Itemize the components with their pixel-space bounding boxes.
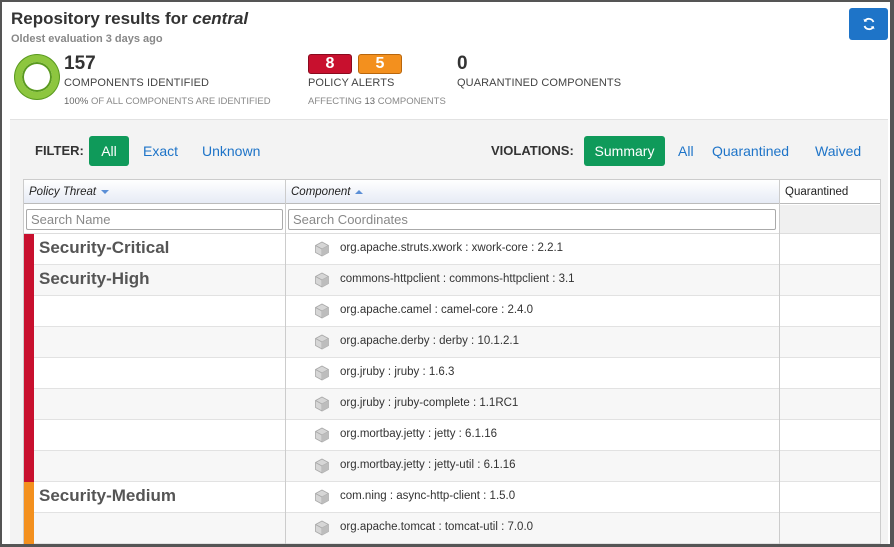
package-cube-icon: [315, 272, 329, 288]
component-coordinates: org.apache.derby : derby : 10.1.2.1: [340, 335, 520, 347]
refresh-icon: [863, 17, 874, 31]
quarantined-cell: [780, 451, 880, 481]
quarantined-cell: [780, 327, 880, 357]
threat-label: Security-Medium: [39, 486, 176, 505]
policy-alerts-sub-prefix: AFFECTING: [308, 96, 362, 107]
component-coordinates: org.mortbay.jetty : jetty-util : 6.1.16: [340, 459, 516, 471]
package-cube-icon: [315, 303, 329, 319]
package-cube-icon: [315, 241, 329, 257]
policy-alerts-sub: AFFECTING 13 COMPONENTS: [308, 96, 446, 107]
search-coordinates-input[interactable]: [288, 209, 776, 230]
threat-label: Security-High: [39, 269, 150, 288]
threat-color-bar: [24, 327, 34, 358]
violations-quarantined-link[interactable]: Quarantined: [712, 143, 789, 159]
policy-alerts-sub-count: 13: [364, 96, 376, 107]
table-row[interactable]: org.apache.tomcat : tomcat-util : 7.0.0: [24, 513, 880, 544]
components-count: 157: [64, 53, 96, 74]
table-row[interactable]: org.mortbay.jetty : jetty-util : 6.1.16: [24, 451, 880, 482]
threat-color-bar: [24, 265, 34, 296]
page-title-repo: central: [192, 9, 249, 28]
components-sub-pct: 100%: [64, 96, 89, 107]
package-cube-icon: [315, 489, 329, 505]
components-sub-text: OF ALL COMPONENTS ARE IDENTIFIED: [90, 96, 271, 107]
component-coordinates: org.apache.camel : camel-core : 2.4.0: [340, 304, 534, 316]
column-header-quarantined[interactable]: Quarantined: [780, 180, 880, 204]
quarantined-cell: [780, 389, 880, 419]
component-coordinates: org.mortbay.jetty : jetty : 6.1.16: [340, 428, 498, 440]
quarantined-count: 0: [457, 53, 468, 74]
threat-color-bar: [24, 420, 34, 451]
filter-exact-link[interactable]: Exact: [143, 143, 178, 159]
table-row[interactable]: Security-Medium com.ning : async-http-cli…: [24, 482, 880, 513]
identified-donut-chart: [15, 55, 59, 99]
evaluation-subtitle: Oldest evaluation 3 days ago: [11, 33, 163, 45]
violations-all-link[interactable]: All: [678, 143, 694, 159]
filter-all-button[interactable]: All: [89, 136, 129, 166]
package-cube-icon: [315, 334, 329, 350]
policy-alerts-label: POLICY ALERTS: [308, 77, 395, 89]
violations-summary-button[interactable]: Summary: [584, 136, 665, 166]
threat-color-bar: [24, 296, 34, 327]
component-coordinates: org.apache.struts.xwork : xwork-core : 2…: [340, 242, 564, 254]
components-grid: Policy Threat Component Quarantined Secu…: [23, 179, 881, 544]
component-coordinates: commons-httpclient : commons-httpclient …: [340, 273, 575, 285]
component-coordinates: org.jruby : jruby : 1.6.3: [340, 366, 455, 378]
package-cube-icon: [315, 396, 329, 412]
package-cube-icon: [315, 427, 329, 443]
components-label: COMPONENTS IDENTIFIED: [64, 77, 210, 89]
quarantined-cell: [780, 482, 880, 512]
sort-asc-icon: [355, 189, 364, 194]
quarantined-cell: [780, 296, 880, 326]
threat-label: Security-Critical: [39, 238, 170, 257]
column-divider: [285, 180, 286, 544]
component-coordinates: org.apache.tomcat : tomcat-util : 7.0.0: [340, 521, 534, 533]
quarantined-cell: [780, 234, 880, 264]
search-name-input[interactable]: [26, 209, 283, 230]
page-title: Repository results for central: [11, 9, 248, 29]
repository-results-window: Repository results for central Oldest ev…: [0, 0, 894, 547]
component-coordinates: org.jruby : jruby-complete : 1.1RC1: [340, 397, 519, 409]
quarantined-header-label: Quarantined: [785, 185, 849, 198]
threat-color-bar: [24, 358, 34, 389]
table-row[interactable]: org.jruby : jruby-complete : 1.1RC1: [24, 389, 880, 420]
violations-waived-link[interactable]: Waived: [815, 143, 861, 159]
violations-label: VIOLATIONS:: [491, 143, 574, 158]
table-row[interactable]: org.apache.derby : derby : 10.1.2.1: [24, 327, 880, 358]
table-row[interactable]: Security-Critical org.apache.struts.xwork…: [24, 234, 880, 265]
column-header-policy-threat[interactable]: Policy Threat: [24, 180, 285, 204]
threat-color-bar: [24, 482, 34, 513]
critical-alert-badge[interactable]: 8: [308, 54, 352, 74]
component-coordinates: com.ning : async-http-client : 1.5.0: [340, 490, 516, 502]
policy-alerts-sub-suffix: COMPONENTS: [377, 96, 446, 107]
policy-threat-header-label: Policy Threat: [29, 185, 97, 198]
quarantined-search-cell: [780, 205, 880, 233]
sort-desc-icon: [101, 189, 110, 194]
quarantined-cell: [780, 265, 880, 295]
table-row[interactable]: org.jruby : jruby : 1.6.3: [24, 358, 880, 389]
filter-label: FILTER:: [35, 143, 84, 158]
search-row: [24, 205, 880, 234]
package-cube-icon: [315, 458, 329, 474]
refresh-button[interactable]: [849, 8, 888, 40]
page-title-prefix: Repository results for: [11, 9, 188, 28]
table-row[interactable]: org.apache.camel : camel-core : 2.4.0: [24, 296, 880, 327]
package-cube-icon: [315, 365, 329, 381]
table-row[interactable]: org.mortbay.jetty : jetty : 6.1.16: [24, 420, 880, 451]
column-header-component[interactable]: Component: [286, 180, 779, 204]
filter-unknown-link[interactable]: Unknown: [202, 143, 260, 159]
components-sub: 100% OF ALL COMPONENTS ARE IDENTIFIED: [64, 96, 271, 107]
severe-alert-badge[interactable]: 5: [358, 54, 402, 74]
quarantined-label: QUARANTINED COMPONENTS: [457, 77, 622, 89]
quarantined-cell: [780, 358, 880, 388]
threat-color-bar: [24, 513, 34, 544]
component-header-label: Component: [291, 185, 351, 198]
threat-color-bar: [24, 389, 34, 420]
quarantined-cell: [780, 513, 880, 543]
threat-color-bar: [24, 234, 34, 265]
table-row[interactable]: Security-High commons-httpclient : common…: [24, 265, 880, 296]
package-cube-icon: [315, 520, 329, 536]
threat-color-bar: [24, 451, 34, 482]
column-divider: [779, 180, 780, 544]
quarantined-cell: [780, 420, 880, 450]
